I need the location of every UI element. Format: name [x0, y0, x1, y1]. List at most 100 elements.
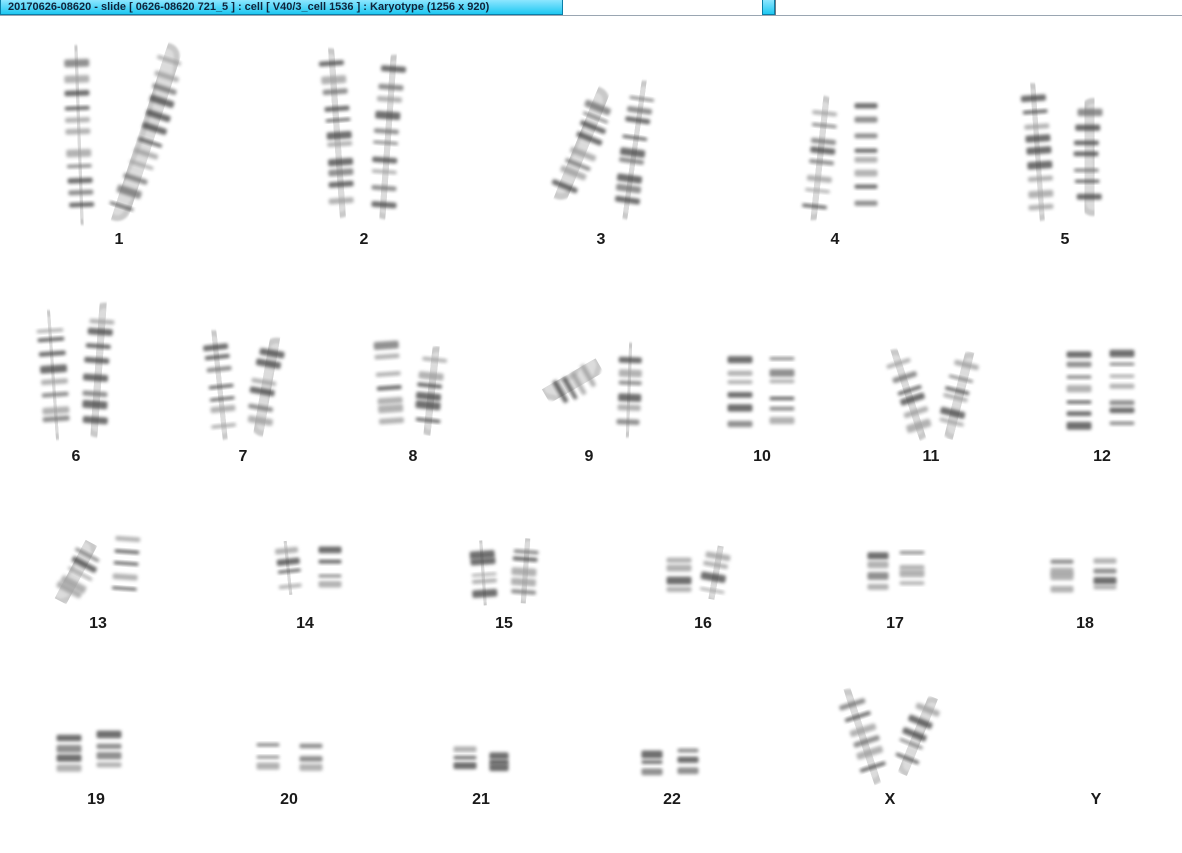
chromosome-band [1050, 572, 1074, 581]
chromatid[interactable] [373, 330, 405, 440]
chromatid[interactable] [273, 537, 303, 599]
chromatid[interactable] [1050, 545, 1074, 603]
chromatid[interactable] [80, 302, 118, 438]
chromosome-pair-1[interactable] [63, 42, 189, 225]
chromatid[interactable] [510, 535, 542, 607]
chromosome-band [867, 561, 889, 569]
chromosome-band [769, 379, 795, 384]
chromosome-pair-x[interactable] [834, 688, 946, 786]
chromosome-label-3: 3 [597, 231, 606, 248]
chromatid[interactable] [882, 349, 934, 441]
chromatid[interactable] [467, 537, 498, 609]
chromosome-band [1109, 374, 1135, 378]
chromosome-pair-19[interactable] [56, 719, 122, 782]
chromatid[interactable] [677, 737, 699, 783]
chromosome-label-20: 20 [280, 791, 298, 808]
chromatid-highlight [421, 352, 445, 430]
chromosome-band [1066, 400, 1092, 404]
chromatid[interactable] [34, 310, 71, 440]
chromosome-pair-12[interactable] [1066, 335, 1135, 441]
chromatid[interactable] [110, 522, 142, 608]
chromatid[interactable] [1066, 335, 1092, 441]
chromatid[interactable] [641, 741, 663, 783]
chromosome-band [618, 369, 642, 378]
chromosome-pair-16[interactable] [666, 541, 735, 606]
chromatid[interactable] [1019, 83, 1056, 221]
chromatid[interactable] [666, 544, 692, 606]
chromosome-band [56, 764, 82, 772]
chromosome-pair-9[interactable] [537, 342, 643, 438]
chromosome-band [96, 762, 122, 768]
chromosome-pair-20[interactable] [256, 731, 323, 783]
chromatid-highlight [278, 542, 297, 594]
chromatid[interactable] [453, 732, 477, 782]
chromosome-band [64, 58, 90, 68]
chromatid[interactable] [727, 342, 753, 438]
chromatid[interactable] [299, 733, 323, 783]
chromatid[interactable] [104, 42, 189, 222]
chromatid[interactable] [369, 54, 408, 220]
chromosome-pair-5[interactable] [1019, 83, 1106, 221]
chromatid[interactable] [46, 535, 103, 605]
chromatid[interactable] [899, 539, 925, 601]
chromatid[interactable] [546, 86, 616, 200]
chromatid[interactable] [854, 90, 878, 220]
chromosome-label-5: 5 [1061, 231, 1070, 248]
chromosome-pair-13[interactable] [46, 522, 142, 608]
chromosome-band [677, 748, 699, 753]
chromosome-band [1109, 383, 1135, 389]
titlebar-tab-button[interactable] [762, 0, 775, 15]
chromatid[interactable] [1093, 545, 1117, 603]
chromosome-band [66, 148, 92, 158]
chromatid[interactable] [936, 351, 983, 441]
chromatid[interactable] [256, 731, 280, 781]
chromatid[interactable] [489, 743, 509, 781]
chromatid[interactable] [614, 342, 643, 438]
chromosome-pair-2[interactable] [316, 48, 408, 220]
chromosome-pair-3[interactable] [546, 80, 657, 220]
chromosome-pair-18[interactable] [1050, 545, 1117, 603]
chromatid[interactable] [834, 688, 889, 786]
chromatid[interactable] [613, 80, 657, 220]
chromatid[interactable] [892, 696, 946, 778]
chromosome-band [256, 755, 280, 759]
chromatid[interactable] [63, 45, 96, 225]
chromatid[interactable] [413, 346, 451, 436]
chromatid[interactable] [96, 719, 122, 781]
chromatid[interactable] [537, 352, 603, 408]
chromosome-pair-10[interactable] [727, 342, 795, 438]
chromatid[interactable] [56, 722, 82, 782]
chromatid[interactable] [1109, 335, 1135, 441]
chromosome-pair-8[interactable] [373, 330, 451, 440]
chromosome-band [666, 576, 692, 585]
chromatid-highlight [620, 347, 637, 433]
chromosome-pair-4[interactable] [799, 90, 878, 221]
chromatid[interactable] [698, 541, 735, 605]
chromatid[interactable] [318, 537, 342, 599]
chromosome-pair-7[interactable] [200, 330, 290, 440]
chromosome-band [1073, 168, 1099, 173]
chromosome-band [666, 564, 692, 572]
chromosome-band [1073, 151, 1099, 157]
chromatid[interactable] [316, 48, 357, 218]
chromosome-pair-21[interactable] [453, 732, 509, 782]
window-title[interactable]: 20170626-08620 - slide [ 0626-08620 721_… [0, 0, 563, 15]
chromosome-band [64, 89, 90, 97]
chromatid[interactable] [1073, 98, 1106, 216]
chromatid[interactable] [799, 95, 840, 221]
chromosome-band [769, 369, 795, 377]
chromosome-pair-15[interactable] [467, 535, 542, 609]
chromosome-pair-14[interactable] [273, 537, 342, 599]
chromatid[interactable] [200, 330, 238, 440]
chromosome-band [56, 734, 82, 742]
chromatid[interactable] [244, 337, 290, 437]
chromosome-pair-22[interactable] [641, 737, 699, 783]
chromosome-band [56, 744, 82, 753]
chromatid[interactable] [769, 342, 795, 438]
window-titlebar: 20170626-08620 - slide [ 0626-08620 721_… [0, 0, 1182, 16]
chromosome-band [256, 742, 280, 747]
chromosome-pair-11[interactable] [882, 349, 983, 441]
chromosome-pair-17[interactable] [867, 539, 925, 601]
chromatid[interactable] [867, 543, 889, 601]
chromosome-pair-6[interactable] [34, 302, 118, 440]
